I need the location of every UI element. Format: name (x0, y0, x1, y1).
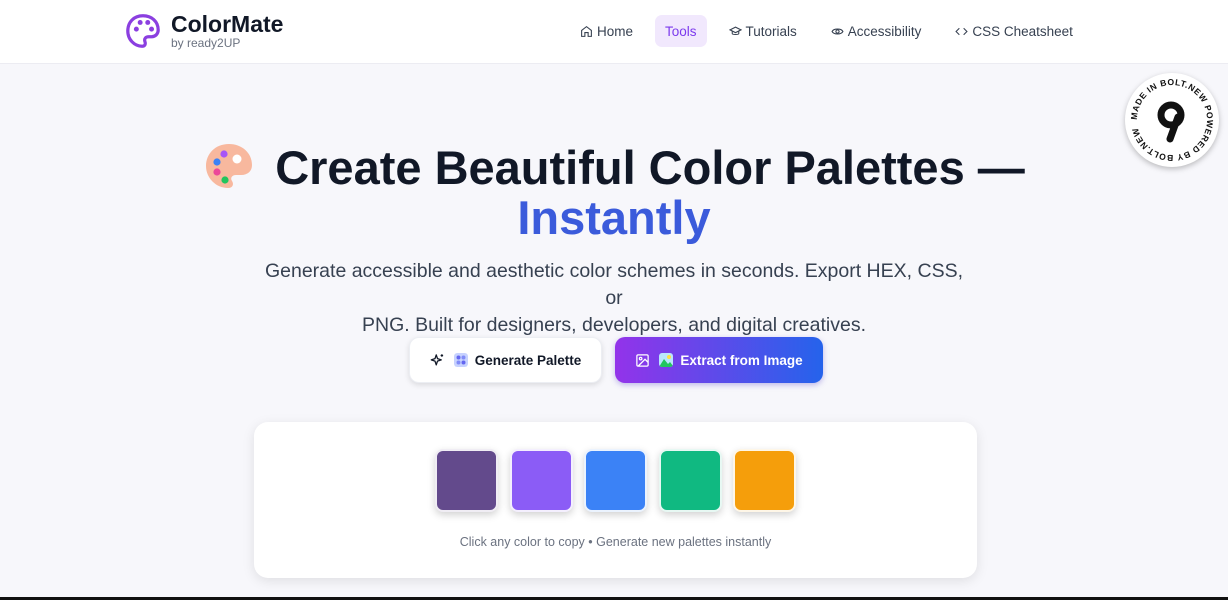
code-icon (955, 27, 969, 35)
hero-title: Create Beautiful Color Palettes — (0, 140, 1228, 194)
palette-hint: Click any color to copy • Generate new p… (459, 535, 772, 549)
generate-palette-label: Generate Palette (474, 352, 582, 368)
nav-item-label: Tools (665, 23, 697, 39)
hero-title-accent: Instantly (517, 191, 711, 244)
color-swatch[interactable] (435, 449, 498, 512)
eye-icon (831, 28, 844, 34)
home-icon (581, 25, 592, 37)
color-swatch[interactable] (584, 449, 647, 512)
sparkles-icon (430, 353, 443, 365)
landscape-picture-icon (659, 353, 674, 367)
top-navbar: ColorMate by ready2UP Home Tools Tutoria… (0, 0, 1228, 64)
palette-grid-icon (453, 353, 468, 367)
color-swatch[interactable] (733, 449, 796, 512)
nav-item-label: CSS Cheatsheet (972, 23, 1073, 39)
extract-from-image-button[interactable]: Extract from Image (615, 337, 823, 383)
nav-item-label: Home (597, 23, 634, 39)
palette-emoji-icon (206, 144, 253, 188)
color-swatch[interactable] (509, 449, 573, 512)
nav-item-label: Accessibility (847, 23, 922, 39)
graduation-cap-icon (728, 26, 742, 35)
brand-name: ColorMate (171, 11, 284, 37)
palette-card: Click any color to copy • Generate new p… (254, 422, 977, 578)
nav-item-home[interactable]: Home (568, 15, 645, 47)
palette-logo-icon (126, 14, 160, 48)
nav-item-label: Tutorials (745, 23, 797, 39)
image-icon (636, 353, 650, 367)
hero-subtitle-line2: PNG. Built for designers, developers, an… (361, 314, 866, 336)
extract-from-image-label: Extract from Image (680, 352, 803, 368)
nav-item-css-cheatsheet[interactable]: CSS Cheatsheet (943, 15, 1085, 47)
nav-item-tutorials[interactable]: Tutorials (717, 15, 809, 47)
generate-palette-button[interactable]: Generate Palette (409, 337, 602, 383)
nav-item-accessibility[interactable]: Accessibility (819, 15, 934, 47)
main-nav: Home Tools Tutorials Accessibility CSS C… (568, 15, 1095, 47)
color-swatch[interactable] (658, 449, 722, 512)
hero-subtitle-line1: Generate accessible and aesthetic color … (264, 260, 963, 309)
brand[interactable]: ColorMate by ready2UP (124, 12, 283, 50)
nav-item-tools[interactable]: Tools (655, 15, 707, 47)
hero-subtitle: Generate accessible and aesthetic color … (264, 258, 964, 339)
hero-title-line1: Create Beautiful Color Palettes — (275, 141, 1025, 194)
brand-subtitle: by ready2UP (171, 36, 241, 50)
